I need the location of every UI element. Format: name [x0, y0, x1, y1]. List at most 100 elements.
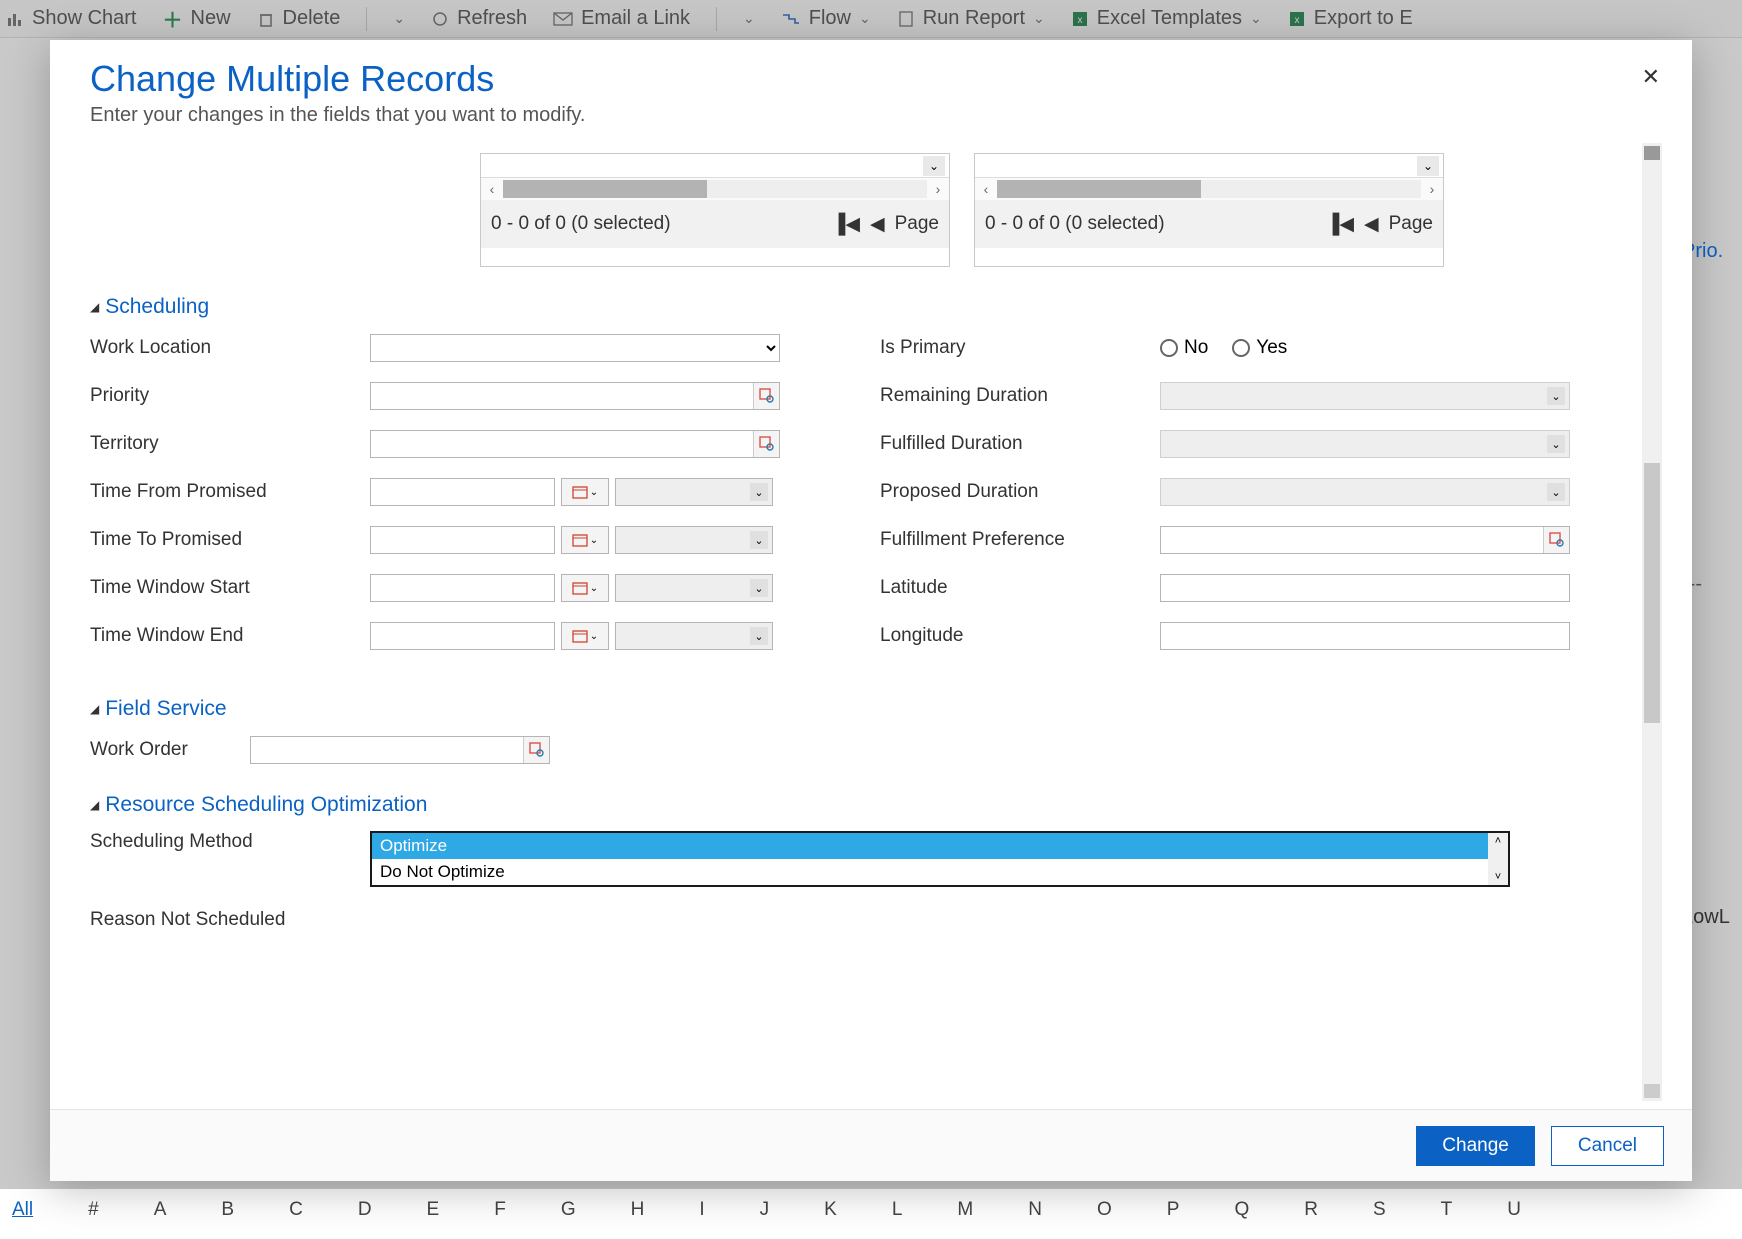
alpha-G[interactable]: G: [561, 1199, 576, 1221]
scroll-right-icon[interactable]: ›: [1421, 181, 1443, 197]
time-window-start-time[interactable]: ⌄: [615, 574, 773, 602]
scroll-right-icon[interactable]: ›: [927, 181, 949, 197]
label-time-window-start: Time Window Start: [90, 577, 370, 599]
collapse-icon: ◢: [90, 702, 99, 716]
alpha-hash[interactable]: #: [88, 1199, 99, 1221]
calendar-button[interactable]: ⌄: [561, 574, 609, 602]
radio-icon: [1160, 339, 1178, 357]
alpha-Q[interactable]: Q: [1234, 1199, 1249, 1221]
alpha-P[interactable]: P: [1167, 1199, 1180, 1221]
calendar-icon: [572, 580, 588, 596]
fulfillment-preference-input[interactable]: [1161, 527, 1543, 553]
alpha-H[interactable]: H: [631, 1199, 645, 1221]
alpha-L[interactable]: L: [892, 1199, 903, 1221]
alpha-K[interactable]: K: [824, 1199, 837, 1221]
chevron-down-icon[interactable]: ⌄: [1417, 156, 1439, 176]
alpha-I[interactable]: I: [699, 1199, 704, 1221]
time-from-promised-time[interactable]: ⌄: [615, 478, 773, 506]
calendar-icon: [572, 484, 588, 500]
scheduling-method-select[interactable]: Optimize Do Not Optimize ˄˅: [370, 831, 1510, 887]
fulfillment-preference-lookup[interactable]: [1160, 526, 1570, 554]
calendar-button[interactable]: ⌄: [561, 622, 609, 650]
alpha-M[interactable]: M: [957, 1199, 973, 1221]
dropdown-scrollbar[interactable]: ˄˅: [1488, 833, 1508, 885]
first-page-icon[interactable]: ▐◀: [832, 213, 860, 236]
alpha-U[interactable]: U: [1507, 1199, 1521, 1221]
work-location-select[interactable]: [370, 334, 780, 362]
longitude-input[interactable]: [1160, 622, 1570, 650]
label-time-from-promised: Time From Promised: [90, 481, 370, 503]
territory-lookup[interactable]: [370, 430, 780, 458]
calendar-button[interactable]: ⌄: [561, 526, 609, 554]
prev-page-icon[interactable]: ◀: [1364, 213, 1379, 236]
priority-input[interactable]: [371, 383, 753, 409]
is-primary-yes[interactable]: Yes: [1232, 337, 1287, 359]
chevron-down-icon: ⌄: [750, 531, 768, 549]
cancel-button[interactable]: Cancel: [1551, 1126, 1664, 1166]
time-window-start-date[interactable]: [370, 574, 555, 602]
change-button[interactable]: Change: [1416, 1126, 1535, 1166]
label-fulfilled-duration: Fulfilled Duration: [880, 433, 1160, 455]
page-label: Page: [1389, 213, 1433, 235]
prev-page-icon[interactable]: ◀: [870, 213, 885, 236]
scroll-down-icon[interactable]: [1644, 1084, 1660, 1098]
latitude-input[interactable]: [1160, 574, 1570, 602]
label-priority: Priority: [90, 385, 370, 407]
time-to-promised-time[interactable]: ⌄: [615, 526, 773, 554]
priority-lookup[interactable]: [370, 382, 780, 410]
label-work-order: Work Order: [90, 739, 250, 761]
section-rso[interactable]: ◢ Resource Scheduling Optimization: [90, 793, 1640, 817]
option-optimize[interactable]: Optimize: [372, 833, 1508, 859]
scroll-left-icon[interactable]: ‹: [975, 181, 997, 197]
label-remaining-duration: Remaining Duration: [880, 385, 1160, 407]
territory-input[interactable]: [371, 431, 753, 457]
page-label: Page: [895, 213, 939, 235]
label-time-to-promised: Time To Promised: [90, 529, 370, 551]
calendar-button[interactable]: ⌄: [561, 478, 609, 506]
alpha-T[interactable]: T: [1441, 1199, 1453, 1221]
lookup-icon[interactable]: [753, 431, 779, 457]
vertical-scrollbar[interactable]: [1642, 143, 1662, 1101]
chevron-down-icon[interactable]: ⌄: [923, 156, 945, 176]
calendar-icon: [572, 532, 588, 548]
alpha-B[interactable]: B: [221, 1199, 234, 1221]
label-territory: Territory: [90, 433, 370, 455]
proposed-duration-field: ⌄: [1160, 478, 1570, 506]
label-scheduling-method: Scheduling Method: [90, 831, 370, 853]
label-time-window-end: Time Window End: [90, 625, 370, 647]
alpha-N[interactable]: N: [1028, 1199, 1042, 1221]
alpha-E[interactable]: E: [427, 1199, 440, 1221]
lookup-icon[interactable]: [523, 737, 549, 763]
first-page-icon[interactable]: ▐◀: [1326, 213, 1354, 236]
alpha-J[interactable]: J: [760, 1199, 770, 1221]
chevron-down-icon: ⌄: [1547, 387, 1565, 405]
option-do-not-optimize[interactable]: Do Not Optimize: [372, 859, 1508, 885]
time-to-promised-date[interactable]: [370, 526, 555, 554]
lookup-icon[interactable]: [1543, 527, 1569, 553]
time-window-end-date[interactable]: [370, 622, 555, 650]
alpha-A[interactable]: A: [154, 1199, 167, 1221]
alpha-F[interactable]: F: [494, 1199, 506, 1221]
calendar-icon: [572, 628, 588, 644]
alpha-D[interactable]: D: [358, 1199, 372, 1221]
chevron-down-icon: ⌄: [1547, 435, 1565, 453]
horizontal-scrollbar[interactable]: ‹ ›: [481, 178, 949, 200]
scroll-up-icon[interactable]: [1644, 146, 1660, 160]
alpha-O[interactable]: O: [1097, 1199, 1112, 1221]
close-button[interactable]: ✕: [1642, 64, 1660, 90]
work-order-lookup[interactable]: [250, 736, 550, 764]
alpha-S[interactable]: S: [1373, 1199, 1386, 1221]
label-latitude: Latitude: [880, 577, 1160, 599]
horizontal-scrollbar[interactable]: ‹ ›: [975, 178, 1443, 200]
time-window-end-time[interactable]: ⌄: [615, 622, 773, 650]
lookup-icon[interactable]: [753, 383, 779, 409]
alpha-all[interactable]: All: [12, 1199, 33, 1221]
section-field-service[interactable]: ◢ Field Service: [90, 697, 1640, 721]
alpha-R[interactable]: R: [1304, 1199, 1318, 1221]
alpha-C[interactable]: C: [289, 1199, 303, 1221]
is-primary-no[interactable]: No: [1160, 337, 1208, 359]
scroll-left-icon[interactable]: ‹: [481, 181, 503, 197]
section-scheduling[interactable]: ◢ Scheduling: [90, 295, 1640, 319]
work-order-input[interactable]: [251, 737, 523, 763]
time-from-promised-date[interactable]: [370, 478, 555, 506]
